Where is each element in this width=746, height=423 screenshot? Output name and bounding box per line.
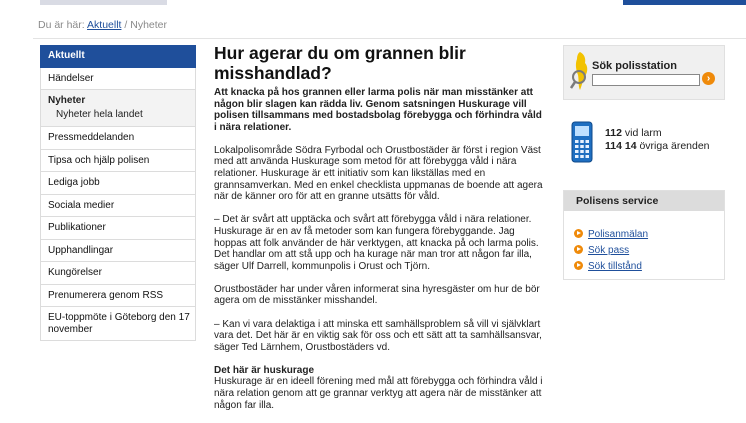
station-search-input[interactable] [592,74,700,86]
emergency-text: vid larm [621,127,662,139]
article-paragraph: – Kan vi vara delaktiga i att minska ett… [214,318,542,353]
nonemergency-number-line: 114 14 övriga ärenden [605,140,710,152]
sidebar-item-lediga-jobb[interactable]: Lediga jobb [40,172,196,195]
service-link-polisanmalan[interactable]: Polisanmälan [564,227,724,243]
sidebar-item-publikationer[interactable]: Publikationer [40,217,196,240]
sidebar-nav: Aktuellt Händelser Nyheter Nyheter hela … [40,45,196,341]
service-link-sok-tillstand[interactable]: Sök tillstånd [564,259,724,275]
arrow-bullet-icon [574,261,583,270]
sidebar-group-nyheter: Nyheter Nyheter hela landet [40,90,196,127]
article: Hur agerar du om grannen blir misshandla… [214,43,544,423]
sidebar-item-upphandlingar[interactable]: Upphandlingar [40,239,196,262]
sidebar-item-handelser[interactable]: Händelser [40,67,196,90]
article-paragraph: Orustbostäder har under våren informerat… [214,283,540,307]
emergency-number: 112 [605,127,622,139]
article-title: Hur agerar du om grannen blir misshandla… [214,43,466,83]
station-search-label: Sök polisstation [592,60,677,72]
article-paragraph: Huskurage är en ideell förening med mål … [214,376,543,411]
breadcrumb-current: Nyheter [130,19,167,31]
arrow-right-icon[interactable]: › [702,72,715,85]
sweden-map-magnifier-icon [570,52,588,90]
sidebar-item-aktuellt[interactable]: Aktuellt [40,45,196,68]
sidebar-item-nyheter[interactable]: Nyheter [48,94,195,108]
sidebar-item-rss[interactable]: Prenumerera genom RSS [40,284,196,307]
article-paragraph: Lokalpolisområde Södra Fyrbodal och Orus… [214,144,543,203]
arrow-bullet-icon [574,245,583,254]
breadcrumb-prefix: Du är här: [38,19,88,31]
sidebar-item-pressmeddelanden[interactable]: Pressmeddelanden [40,127,196,150]
breadcrumb-link-aktuellt[interactable]: Aktuellt [87,19,121,31]
sidebar-item-tipsa[interactable]: Tipsa och hjälp polisen [40,149,196,172]
emergency-number-line: 112 vid larm [605,127,662,139]
top-strip [0,0,746,5]
sidebar-item-eu-toppmote[interactable]: EU-toppmöte i Göteborg den 17 november [40,307,196,341]
top-tab-left[interactable] [40,0,167,5]
service-link-sok-pass[interactable]: Sök pass [564,243,724,259]
police-service-box: Polisens service Polisanmälan Sök pass S… [563,190,725,280]
sidebar-item-sociala-medier[interactable]: Sociala medier [40,194,196,217]
nonemergency-number: 114 14 [605,140,637,152]
arrow-bullet-icon [574,229,583,238]
mobile-phone-icon [571,121,593,163]
sidebar-item-kungorelser[interactable]: Kungörelser [40,262,196,285]
nonemergency-text: övriga ärenden [636,140,710,152]
top-tab-right[interactable] [623,0,746,5]
service-heading: Polisens service [564,191,724,211]
article-paragraph: – Det är svårt att upptäcka och svårt at… [214,214,539,272]
breadcrumb: Du är här: Aktuellt / Nyheter [38,19,167,31]
article-subheading: Det här är huskurage [214,364,315,376]
breadcrumb-separator: / [121,19,131,31]
sidebar-item-nyheter-hela-landet[interactable]: Nyheter hela landet [48,108,195,122]
phone-numbers: 112 vid larm 114 14 övriga ärenden [563,112,725,170]
station-search-box: Sök polisstation › [563,45,725,100]
breadcrumb-divider [33,38,746,39]
service-links: Polisanmälan Sök pass Sök tillstånd [564,211,724,275]
article-lead: Att knacka på hos grannen eller larma po… [214,87,542,133]
